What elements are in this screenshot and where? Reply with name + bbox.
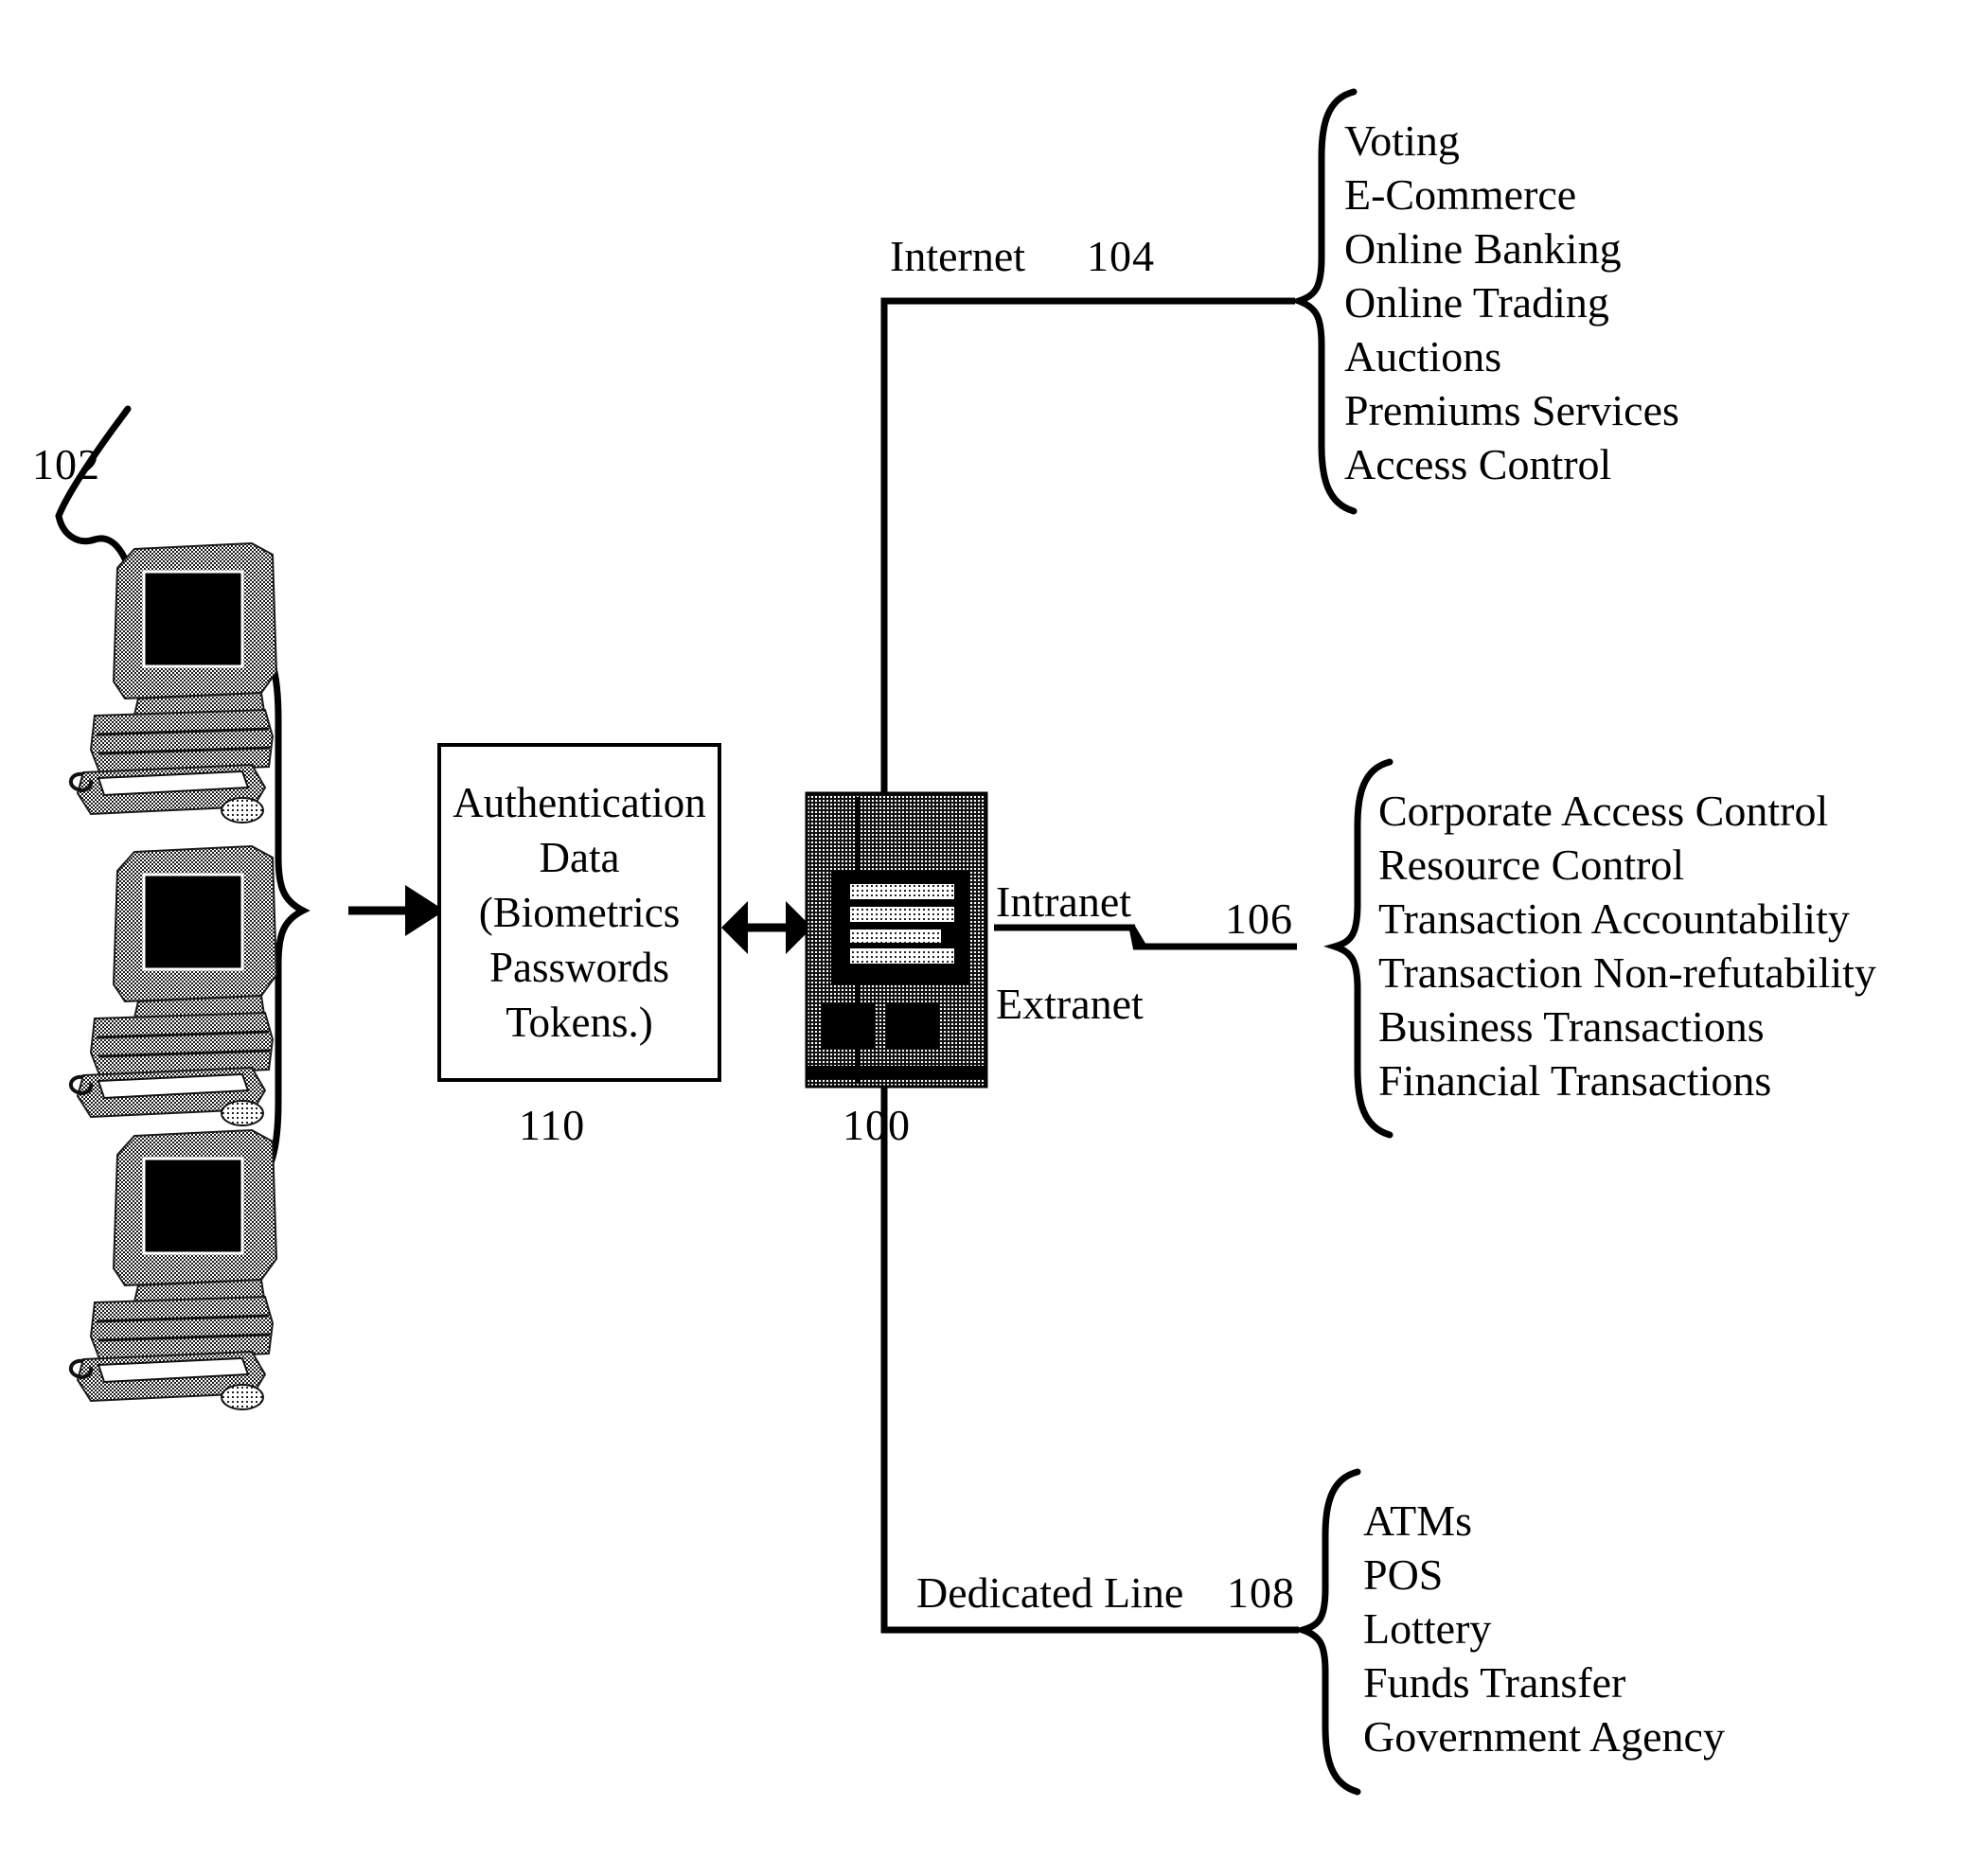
link-dedicated-line — [880, 1087, 1299, 1634]
server-rack-icon — [805, 791, 988, 1089]
arrow-clients-to-auth — [348, 885, 445, 936]
intranet-services-list: Corporate Access Control Resource Contro… — [1378, 784, 1876, 1107]
list-item: Online Banking — [1344, 224, 1622, 273]
list-item: Resource Control — [1378, 841, 1685, 889]
list-item: E-Commerce — [1344, 170, 1577, 219]
list-item: Government Agency — [1363, 1712, 1725, 1761]
dedicated-line-services-list: ATMs POS Lottery Funds Transfer Governme… — [1363, 1494, 1725, 1763]
list-item: Funds Transfer — [1363, 1658, 1626, 1707]
link-label-dedicated-line: Dedicated Line — [916, 1568, 1184, 1617]
list-item: Auctions — [1344, 332, 1502, 381]
list-item: Premiums Services — [1344, 386, 1679, 434]
link-label-intranet: Intranet — [996, 877, 1132, 926]
list-item: Corporate Access Control — [1378, 787, 1829, 835]
link-internet — [880, 297, 1295, 793]
reference-numeral-108: 108 — [1227, 1568, 1295, 1617]
auth-box-line: Data — [539, 834, 620, 881]
arrow-auth-server-bidirectional — [721, 901, 812, 954]
list-item: Lottery — [1363, 1604, 1492, 1653]
desktop-computer-icon — [68, 844, 278, 1126]
list-item: Business Transactions — [1378, 1002, 1765, 1051]
reference-numeral-104: 104 — [1087, 232, 1155, 280]
patent-figure-page: 102 Authentication Data (Biometrics Pass… — [0, 0, 1988, 1859]
list-item: Financial Transactions — [1378, 1056, 1772, 1105]
reference-numeral-100: 100 — [843, 1101, 911, 1149]
desktop-computer-icon — [68, 541, 278, 823]
list-item: Online Trading — [1344, 278, 1609, 327]
auth-box-line: (Biometrics — [478, 889, 681, 936]
list-item: ATMs — [1363, 1496, 1473, 1545]
brace-dedicated-108 — [1291, 1468, 1361, 1796]
list-item: Access Control — [1344, 440, 1612, 488]
list-item: POS — [1363, 1550, 1444, 1599]
internet-services-list: Voting E-Commerce Online Banking Online … — [1344, 114, 1679, 491]
link-label-internet: Internet — [890, 232, 1026, 280]
list-item: Transaction Accountability — [1378, 894, 1850, 943]
desktop-computer-icon — [68, 1128, 278, 1410]
auth-box-line: Authentication — [453, 779, 706, 826]
reference-numeral-106: 106 — [1225, 894, 1293, 943]
reference-numeral-102: 102 — [32, 440, 100, 488]
reference-numeral-110: 110 — [519, 1101, 586, 1149]
link-label-extranet: Extranet — [996, 980, 1144, 1028]
auth-box-line: Passwords — [488, 944, 670, 991]
authentication-data-box: Authentication Data (Biometrics Password… — [437, 743, 721, 1082]
list-item: Voting — [1344, 116, 1460, 165]
list-item: Transaction Non-refutability — [1378, 948, 1876, 997]
auth-box-line: Tokens.) — [506, 999, 653, 1046]
